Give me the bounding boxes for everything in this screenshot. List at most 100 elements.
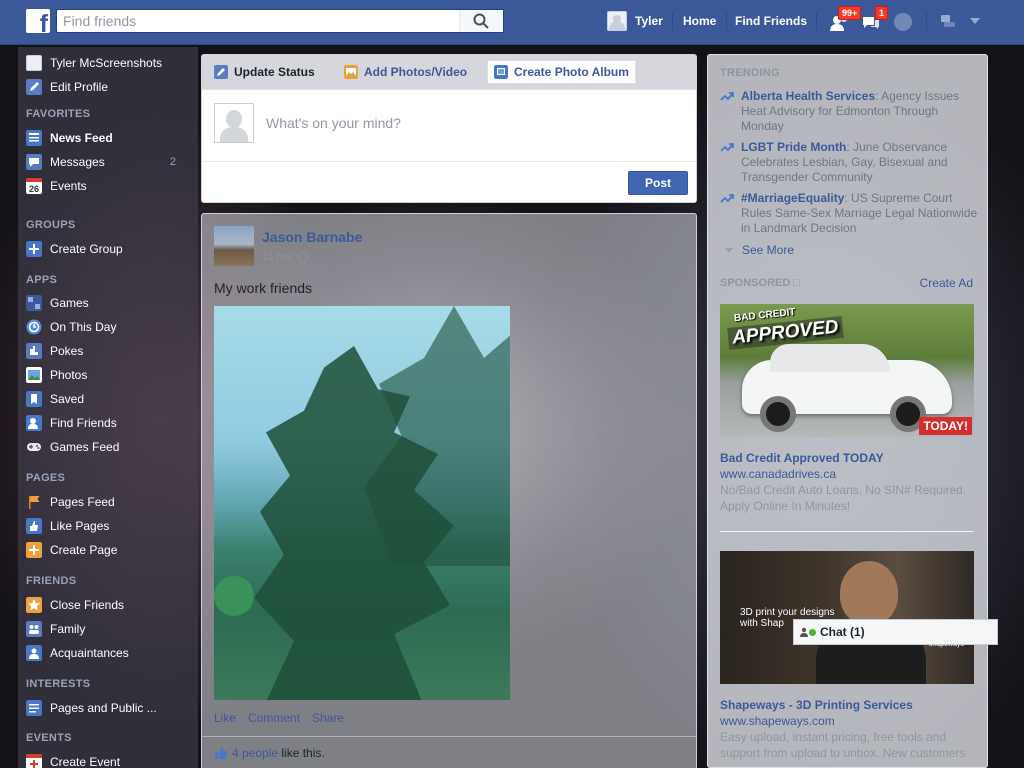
avatar (214, 103, 254, 143)
sidebar-item-family[interactable]: Family (26, 619, 85, 639)
sidebar-item-close-friends[interactable]: Close Friends (26, 595, 124, 615)
sidebar-item-label: Like Pages (50, 519, 110, 533)
privacy-shortcuts-icon[interactable] (940, 14, 956, 28)
ad-image-car[interactable]: BAD CREDIT APPROVED TODAY! (720, 304, 974, 437)
create-page-icon (26, 542, 42, 558)
sidebar-item-saved[interactable]: Saved (26, 389, 84, 409)
sidebar-item-label: Pages Feed (50, 495, 115, 509)
chat-tab[interactable]: Chat (1) (793, 619, 998, 645)
sidebar-item-label: Games (50, 296, 89, 310)
right-column: TRENDING Alberta Health Services: Agency… (707, 54, 988, 768)
sidebar-item-games[interactable]: Games (26, 293, 89, 313)
composer-body[interactable]: What's on your mind? (202, 89, 696, 162)
create-event-icon (26, 754, 42, 768)
trending-arrow-icon (720, 143, 734, 152)
post-button[interactable]: Post (628, 171, 688, 195)
sidebar-item-label: Create Page (50, 543, 118, 557)
games-feed-controller-icon (27, 443, 41, 451)
notifications-globe-icon[interactable] (894, 13, 912, 31)
composer-tabs: Update Status Add Photos/Video Create Ph… (202, 55, 696, 89)
profile-link[interactable]: Tyler (607, 10, 663, 32)
likes-count-link[interactable]: 4 people (232, 746, 278, 760)
sidebar-item-games-feed[interactable]: Games Feed (26, 437, 119, 457)
sidebar-item-pages-feed[interactable]: Pages Feed (26, 492, 115, 512)
comment-link[interactable]: Comment (248, 711, 300, 725)
create-ad-link[interactable]: Create Ad (920, 276, 973, 290)
home-link[interactable]: Home (683, 14, 716, 28)
sidebar-item-label: On This Day (50, 320, 117, 334)
trending-item[interactable]: #MarriageEquality: US Supreme Court Rule… (720, 191, 980, 236)
chat-label: Chat (1) (820, 625, 865, 639)
see-more-link[interactable]: See More (725, 243, 794, 257)
sidebar-item-pokes[interactable]: Pokes (26, 341, 83, 361)
trending-item[interactable]: Alberta Health Services: Agency Issues H… (720, 89, 980, 134)
sidebar-item-label: Close Friends (50, 598, 125, 612)
avatar (607, 11, 627, 31)
like-link[interactable]: Like (214, 711, 236, 725)
trending-arrow-icon (720, 92, 734, 101)
sidebar-item-profile[interactable]: Tyler McScreenshots (26, 53, 162, 73)
likes-summary: 4 people like this. (202, 736, 696, 768)
ad-url[interactable]: www.shapeways.com (720, 714, 835, 728)
acquaintances-icon (26, 645, 42, 661)
sidebar-item-pages-and-public[interactable]: Pages and Public ... (26, 698, 157, 718)
news-feed-icon (26, 130, 42, 146)
pages-feed-flag-icon (29, 496, 40, 509)
sidebar-item-edit-profile[interactable]: Edit Profile (26, 77, 108, 97)
messages-icon (26, 154, 42, 170)
sidebar-item-label: Family (50, 622, 86, 636)
status-input[interactable]: What's on your mind? (266, 115, 401, 131)
search-button[interactable] (459, 10, 503, 32)
pokes-icon (26, 343, 42, 359)
events-header: EVENTS (26, 732, 72, 744)
friend-requests-badge: 99+ (838, 6, 862, 20)
sidebar-item-label: Saved (50, 392, 85, 406)
ad-title[interactable]: Shapeways - 3D Printing Services (720, 698, 913, 712)
sidebar-item-find-friends[interactable]: Find Friends (26, 413, 117, 433)
find-friends-link[interactable]: Find Friends (735, 14, 807, 28)
author-avatar[interactable] (214, 226, 254, 266)
facebook-logo[interactable]: f (26, 9, 50, 33)
like-pages-icon (26, 518, 42, 534)
ad-url[interactable]: www.canadadrives.ca (720, 467, 836, 481)
feed-story: Jason Barnabe 11 hrs My work friends Lik… (201, 213, 697, 768)
games-icon (26, 295, 42, 311)
ad-image-shapeways[interactable]: 3D print your designs with Shap shapeway… (720, 551, 974, 684)
sidebar-item-create-page[interactable]: Create Page (26, 540, 117, 560)
search-input[interactable] (57, 10, 457, 32)
tab-add-photos[interactable]: Add Photos/Video (338, 60, 473, 84)
trending-item[interactable]: LGBT Pride Month: June Observance Celebr… (720, 140, 980, 185)
sidebar-item-acquaintances[interactable]: Acquaintances (26, 643, 129, 663)
on-this-day-icon (26, 319, 42, 335)
apps-header: APPS (26, 274, 58, 286)
sidebar-item-photos[interactable]: Photos (26, 365, 87, 385)
top-bar: f Tyler Home Find Friends 99+ 1 (0, 0, 1024, 45)
share-link[interactable]: Share (312, 711, 344, 725)
sidebar-item-label: Tyler McScreenshots (50, 56, 163, 70)
family-icon (26, 621, 42, 637)
author-name[interactable]: Jason Barnabe (262, 229, 362, 245)
account-menu-icon[interactable] (970, 18, 980, 24)
sidebar-item-messages[interactable]: Messages 2 (26, 152, 190, 172)
sidebar-item-label: Create Group (50, 242, 123, 256)
tab-update-status[interactable]: Update Status (208, 60, 321, 84)
search-box[interactable] (56, 9, 504, 33)
messages-button[interactable]: 1 (859, 6, 889, 34)
friend-requests-button[interactable]: 99+ (828, 6, 862, 34)
sidebar-item-news-feed[interactable]: News Feed (26, 128, 113, 148)
story-photo[interactable] (214, 306, 510, 700)
sidebar-item-like-pages[interactable]: Like Pages (26, 516, 109, 536)
sidebar-item-events[interactable]: 26 Events (26, 176, 87, 196)
photo-icon (344, 65, 358, 79)
sidebar-item-create-event[interactable]: Create Event (26, 752, 120, 768)
search-icon (473, 13, 489, 29)
sidebar-item-label: Find Friends (50, 416, 117, 430)
story-timestamp[interactable]: 11 hrs (262, 251, 308, 263)
tab-create-photo-album[interactable]: Create Photo Album (487, 60, 636, 84)
sidebar-item-on-this-day[interactable]: On This Day (26, 317, 116, 337)
public-globe-icon (297, 252, 308, 262)
sidebar-item-create-group[interactable]: Create Group (26, 239, 123, 259)
ad-title[interactable]: Bad Credit Approved TODAY (720, 451, 884, 465)
close-friends-star-icon (26, 597, 42, 613)
trending-header: TRENDING (720, 67, 780, 79)
